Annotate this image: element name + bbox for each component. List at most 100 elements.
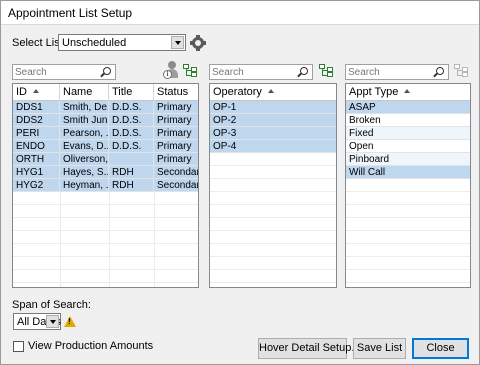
column-divider xyxy=(109,192,110,287)
list-item[interactable]: Will Call xyxy=(346,166,470,179)
search-icon[interactable] xyxy=(436,67,444,75)
list-item[interactable]: Fixed xyxy=(346,127,470,140)
sort-ascending-icon xyxy=(33,89,39,93)
empty-row xyxy=(13,244,198,257)
appt-type-search-box[interactable] xyxy=(345,64,449,80)
list-item[interactable]: OP-4 xyxy=(210,140,336,153)
close-button[interactable]: Close xyxy=(412,338,469,359)
table-row[interactable]: HYG2Heyman, ...RDHSecondary xyxy=(13,179,198,192)
save-list-button[interactable]: Save List xyxy=(353,338,406,359)
operatory-search-box[interactable] xyxy=(209,64,313,80)
empty-row xyxy=(210,153,336,166)
list-item-label: Broken xyxy=(349,115,381,126)
provider-grid-header: ID Name Title Status xyxy=(13,84,198,101)
table-row[interactable]: HYG1Hayes, S...RDHSecondary xyxy=(13,166,198,179)
table-row[interactable]: PERIPearson, ...D.D.S.Primary xyxy=(13,127,198,140)
list-item-label: OP-3 xyxy=(213,128,237,139)
column-header-status[interactable]: Status xyxy=(154,84,198,101)
table-cell-id: HYG2 xyxy=(13,179,60,192)
empty-row xyxy=(346,192,470,205)
column-header-id[interactable]: ID xyxy=(13,84,60,101)
column-header-name[interactable]: Name xyxy=(60,84,109,101)
appt-type-hierarchy-icon xyxy=(454,64,470,80)
list-item[interactable]: Pinboard xyxy=(346,153,470,166)
column-header-appt-type[interactable]: Appt Type xyxy=(346,84,470,101)
chevron-down-icon[interactable] xyxy=(171,36,184,49)
provider-info-icon[interactable]: i xyxy=(163,61,181,80)
empty-row xyxy=(13,270,198,283)
list-item[interactable]: OP-3 xyxy=(210,127,336,140)
warning-icon: ! xyxy=(64,316,76,327)
view-production-label[interactable]: View Production Amounts xyxy=(28,340,153,352)
window-title: Appointment List Setup xyxy=(8,6,133,20)
list-item-label: Fixed xyxy=(349,128,374,139)
table-cell-id: HYG1 xyxy=(13,166,60,179)
empty-row xyxy=(210,218,336,231)
sort-ascending-icon xyxy=(404,89,411,93)
gear-icon[interactable] xyxy=(190,35,206,51)
span-of-search-dropdown[interactable]: All Dates xyxy=(13,313,61,330)
select-list-dropdown[interactable]: Unscheduled xyxy=(58,34,186,51)
table-cell-status: Primary xyxy=(154,127,198,140)
table-cell-title: D.D.S. xyxy=(109,101,154,114)
empty-row xyxy=(210,205,336,218)
empty-row xyxy=(346,179,470,192)
column-header-title[interactable]: Title xyxy=(109,84,154,101)
operatory-grid-header: Operatory xyxy=(210,84,336,101)
table-cell-status: Primary xyxy=(154,153,198,166)
table-cell-status: Primary xyxy=(154,140,198,153)
select-list-value: Unscheduled xyxy=(62,37,127,49)
empty-row xyxy=(13,192,198,205)
hover-detail-setup-button[interactable]: Hover Detail Setup... xyxy=(258,338,361,359)
table-cell-title: D.D.S. xyxy=(109,114,154,127)
table-cell-status: Primary xyxy=(154,101,198,114)
provider-search-box[interactable] xyxy=(12,64,116,80)
list-item[interactable]: ASAP xyxy=(346,101,470,114)
view-production-checkbox[interactable] xyxy=(13,341,24,352)
list-item[interactable]: Broken xyxy=(346,114,470,127)
empty-row xyxy=(346,257,470,270)
empty-row xyxy=(13,257,198,270)
empty-row xyxy=(210,166,336,179)
list-item-label: OP-4 xyxy=(213,141,237,152)
list-item[interactable]: Open xyxy=(346,140,470,153)
table-cell-status: Secondary xyxy=(154,166,198,179)
table-cell-id: ENDO xyxy=(13,140,60,153)
search-icon[interactable] xyxy=(103,67,111,75)
table-cell-id: DDS2 xyxy=(13,114,60,127)
list-item-label: OP-1 xyxy=(213,102,237,113)
empty-row xyxy=(13,218,198,231)
list-item[interactable]: OP-1 xyxy=(210,101,336,114)
provider-grid[interactable]: ID Name Title Status DDS1Smith, De...D.D… xyxy=(12,83,199,288)
list-item-label: Pinboard xyxy=(349,154,390,165)
operatory-hierarchy-icon[interactable] xyxy=(319,64,335,80)
table-row[interactable]: ENDO Evans, D... D.D.S. Primary xyxy=(13,140,198,153)
column-divider xyxy=(154,192,155,287)
empty-row xyxy=(346,218,470,231)
chevron-down-icon[interactable] xyxy=(46,315,59,328)
appt-type-search-input[interactable] xyxy=(348,66,430,78)
provider-search-input[interactable] xyxy=(15,66,97,78)
table-cell-name: Smith, De... xyxy=(60,101,109,114)
operatory-grid[interactable]: Operatory OP-1 OP-2 OP-3 OP-4 xyxy=(209,83,337,288)
span-of-search-label: Span of Search: xyxy=(12,299,91,311)
empty-row xyxy=(346,205,470,218)
search-icon[interactable] xyxy=(300,67,308,75)
empty-row xyxy=(13,231,198,244)
appointment-list-setup-dialog: Appointment List Setup Select List: Unsc… xyxy=(0,0,480,365)
table-row[interactable]: DDS2Smith Juni...D.D.S.Primary xyxy=(13,114,198,127)
table-cell-name: Heyman, ... xyxy=(60,179,109,192)
column-header-operatory[interactable]: Operatory xyxy=(210,84,336,101)
appt-type-grid[interactable]: Appt Type ASAP Broken Fixed Open Pinboard Wil… xyxy=(345,83,471,288)
list-item[interactable]: OP-2 xyxy=(210,114,336,127)
empty-row xyxy=(210,231,336,244)
provider-hierarchy-icon[interactable] xyxy=(183,64,199,80)
operatory-search-input[interactable] xyxy=(212,66,294,78)
table-row[interactable]: ORTHOliverson,... Primary xyxy=(13,153,198,166)
table-row[interactable]: DDS1Smith, De...D.D.S.Primary xyxy=(13,101,198,114)
table-cell-status: Primary xyxy=(154,114,198,127)
title-bar: Appointment List Setup xyxy=(1,1,479,25)
empty-row xyxy=(13,205,198,218)
empty-row xyxy=(346,244,470,257)
list-item-label: Open xyxy=(349,141,374,152)
